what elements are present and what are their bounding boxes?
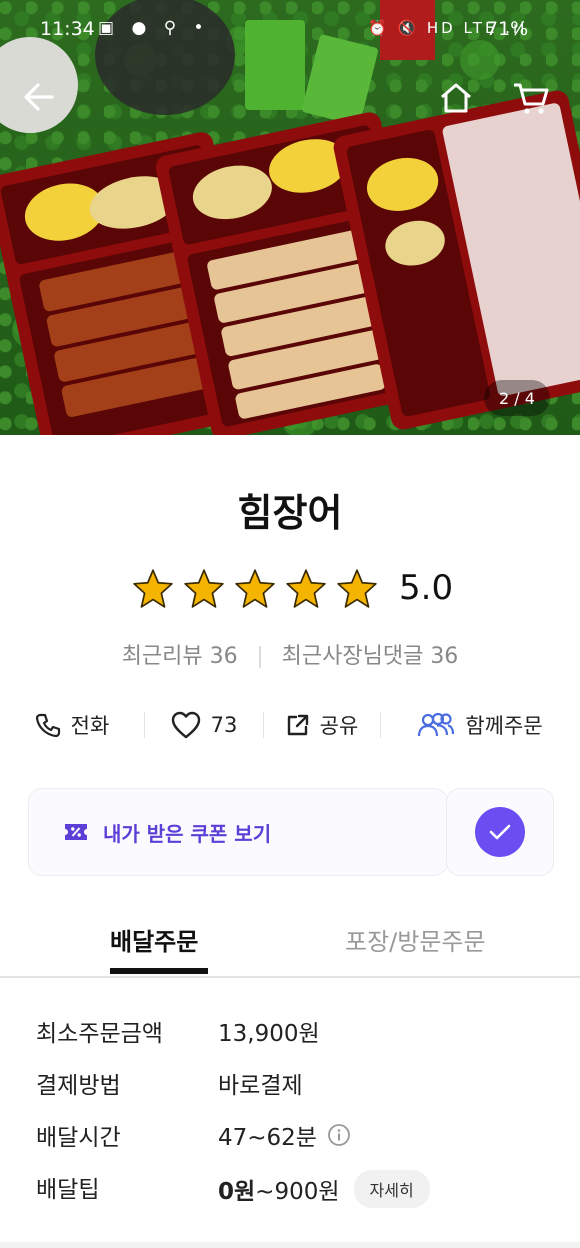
payment-method-value: 바로결제 [218,1073,303,1099]
delivery-tip-value-wrap: 0원 ~900원 자세히 [218,1170,430,1208]
section-divider [0,1242,580,1248]
image-page-indicator: 2 / 4 [484,380,550,416]
delivery-tip-max: ~900원 [255,1179,340,1205]
battery-percent: 71% [486,18,529,40]
tab-pickup-order[interactable]: 포장/방문주문 [345,922,486,957]
group-users-icon [418,712,455,737]
back-button[interactable] [22,80,70,128]
rating-value: 5.0 [399,568,454,608]
arrow-left-icon [24,83,54,111]
check-icon [489,824,511,840]
active-tab-indicator [110,968,208,974]
tab-divider [0,976,580,978]
star-icon [337,569,377,608]
delivery-tip-label: 배달팁 [36,1177,100,1203]
action-bar: 전화 73 공유 함께주문 [0,700,580,750]
share-button[interactable]: 공유 [264,700,380,750]
status-bar: 11:34 ▣ ● ⚲ • ⏰ 🔇 HD LTE .ıl 71% [0,0,580,60]
heart-icon [171,711,200,739]
delivery-time-value: 47~62분 [218,1125,317,1151]
cart-button[interactable] [512,80,560,128]
like-count: 73 [210,713,238,737]
recent-reviews-link[interactable]: 최근리뷰 36 [122,644,238,669]
payment-method-label: 결제방법 [36,1073,121,1099]
review-summary: 최근리뷰 36 최근사장님댓글 36 [0,638,580,670]
coupon-check-button[interactable] [446,788,554,876]
delivery-time-value-wrap: 47~62분 [218,1118,351,1152]
call-button[interactable]: 전화 [0,700,144,750]
home-icon [441,83,471,113]
divider [258,646,261,668]
min-order-label: 최소주문금액 [36,1021,163,1047]
group-order-button[interactable]: 함께주문 [381,700,579,750]
phone-icon [35,713,60,738]
notification-icons: ▣ ● ⚲ • [98,18,210,38]
check-circle [475,807,525,857]
group-order-label: 함께주문 [465,714,543,738]
rating-row: 5.0 [132,564,453,612]
cart-icon [514,83,549,114]
store-photo[interactable]: 11:34 ▣ ● ⚲ • ⏰ 🔇 HD LTE .ıl 71% 2 / 4 [0,0,580,435]
delivery-tip-row: 배달팁 0원 ~900원 자세히 [0,1170,580,1210]
star-icon [133,569,173,608]
star-icon [286,569,326,608]
star-icon [184,569,224,608]
tip-detail-button[interactable]: 자세히 [353,1170,430,1208]
info-icon[interactable] [327,1123,351,1147]
coupon-label: 내가 받은 쿠폰 보기 [103,821,272,846]
tab-delivery-order[interactable]: 배달주문 [110,922,198,957]
share-icon [287,714,308,736]
coupon-view-button[interactable]: 내가 받은 쿠폰 보기 [28,788,448,876]
delivery-time-label: 배달시간 [36,1125,121,1151]
store-name: 힘장어 [237,491,343,535]
star-icon [235,569,275,608]
min-order-value: 13,900원 [218,1021,320,1047]
share-label: 공유 [319,714,359,738]
owner-comments-link[interactable]: 최근사장님댓글 36 [282,644,459,669]
delivery-tip-min: 0원 [218,1179,256,1205]
delivery-time-row: 배달시간 47~62분 [0,1118,580,1158]
like-button[interactable]: 73 [145,700,263,750]
coupon-icon [65,824,87,840]
status-time: 11:34 [40,18,95,40]
home-button[interactable] [438,80,486,128]
food-photo-illustration [0,0,580,435]
payment-method-row: 결제방법 바로결제 [0,1066,580,1106]
call-label: 전화 [70,714,110,738]
min-order-row: 최소주문금액 13,900원 [0,1014,580,1054]
